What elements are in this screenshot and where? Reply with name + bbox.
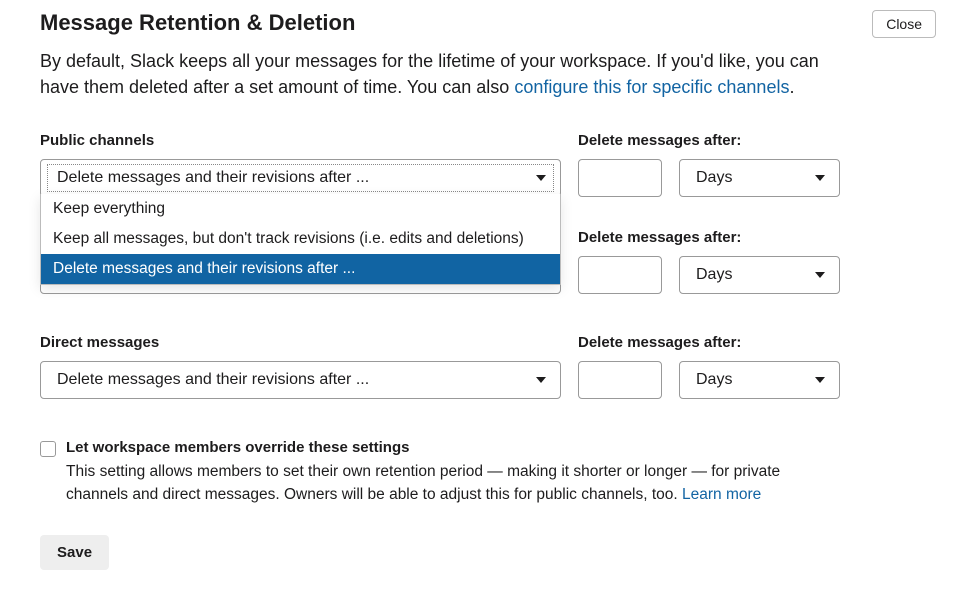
- public-delete-after-label: Delete messages after:: [578, 132, 840, 149]
- page-title: Message Retention & Deletion: [40, 10, 355, 36]
- public-select-value: Delete messages and their revisions afte…: [57, 169, 369, 187]
- learn-more-link[interactable]: Learn more: [682, 486, 761, 503]
- public-unit-value: Days: [696, 169, 732, 187]
- chevron-down-icon: [536, 377, 546, 383]
- dm-retention-select[interactable]: Delete messages and their revisions afte…: [40, 361, 561, 399]
- public-unit-select[interactable]: Days: [679, 159, 840, 197]
- save-button[interactable]: Save: [40, 535, 109, 570]
- close-button[interactable]: Close: [872, 10, 936, 38]
- override-label: Let workspace members override these set…: [66, 439, 936, 456]
- private-unit-value: Days: [696, 266, 732, 284]
- chevron-down-icon: [815, 175, 825, 181]
- dm-select-value: Delete messages and their revisions afte…: [57, 371, 369, 389]
- private-unit-select[interactable]: Days: [679, 256, 840, 294]
- public-delete-after-input[interactable]: [578, 159, 662, 197]
- option-keep-no-revisions[interactable]: Keep all messages, but don't track revis…: [41, 224, 560, 254]
- retention-dropdown-list[interactable]: Keep everything Keep all messages, but d…: [40, 194, 561, 285]
- dm-delete-after-label: Delete messages after:: [578, 334, 840, 351]
- private-delete-after-label: Delete messages after:: [578, 229, 840, 246]
- description-suffix: .: [789, 77, 794, 97]
- private-delete-after-input[interactable]: [578, 256, 662, 294]
- chevron-down-icon: [536, 175, 546, 181]
- chevron-down-icon: [815, 377, 825, 383]
- override-checkbox[interactable]: [40, 441, 56, 457]
- dm-label: Direct messages: [40, 334, 561, 351]
- chevron-down-icon: [815, 272, 825, 278]
- override-description: This setting allows members to set their…: [66, 460, 806, 507]
- option-delete-after[interactable]: Delete messages and their revisions afte…: [41, 254, 560, 284]
- public-retention-select[interactable]: Delete messages and their revisions afte…: [40, 159, 561, 197]
- dm-delete-after-input[interactable]: [578, 361, 662, 399]
- configure-channels-link[interactable]: configure this for specific channels: [514, 77, 789, 97]
- public-channels-label: Public channels: [40, 132, 561, 149]
- page-description: By default, Slack keeps all your message…: [40, 48, 820, 100]
- override-desc-text: This setting allows members to set their…: [66, 463, 780, 503]
- option-keep-everything[interactable]: Keep everything: [41, 194, 560, 224]
- dm-unit-value: Days: [696, 371, 732, 389]
- dm-unit-select[interactable]: Days: [679, 361, 840, 399]
